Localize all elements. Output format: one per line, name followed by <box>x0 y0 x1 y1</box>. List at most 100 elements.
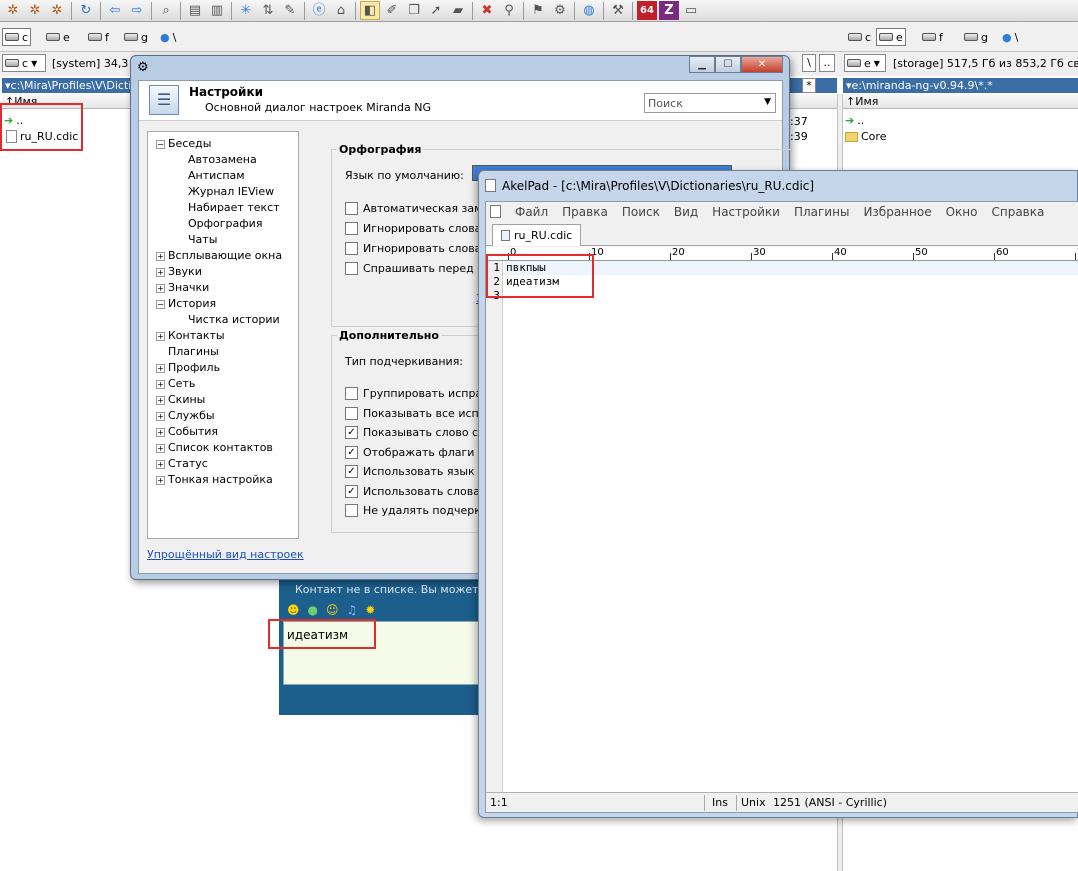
menu-favorites[interactable]: Избранное <box>856 205 938 219</box>
tree-item[interactable]: Орфография <box>148 216 298 232</box>
right-file-row-core[interactable]: Core <box>845 129 886 144</box>
option-checkbox[interactable]: ✓ Использовать язык вво <box>345 465 498 478</box>
gear-icon[interactable]: ✲ <box>25 1 45 20</box>
tree-item[interactable]: + Тонкая настройка <box>148 472 298 488</box>
menu-view[interactable]: Вид <box>667 205 705 219</box>
left-network-button[interactable]: ● \ <box>158 28 178 46</box>
newfolder-icon[interactable]: ▰ <box>448 1 468 20</box>
user-icon[interactable]: ● <box>308 603 318 617</box>
unknown-icon[interactable]: ▭ <box>681 1 701 20</box>
tab-ru-ru-cdic[interactable]: ru_RU.cdic <box>492 224 582 246</box>
ie-icon[interactable]: ⓔ <box>309 1 329 20</box>
right-column-name[interactable]: ↑Имя <box>843 94 1078 109</box>
expand-icon[interactable]: + <box>156 283 165 293</box>
gear-icon[interactable]: ✲ <box>47 1 67 20</box>
right-file-row-up[interactable]: ➔.. <box>845 113 864 128</box>
right-drive-g-button[interactable]: g <box>962 28 990 46</box>
magnify-icon[interactable]: ⌕ <box>156 1 176 20</box>
left-root-button[interactable]: \ <box>802 54 816 72</box>
tree-item[interactable]: + Сеть <box>148 376 298 392</box>
view-icon[interactable]: ◧ <box>360 1 380 20</box>
tool-icon[interactable]: ⚒ <box>608 1 628 20</box>
expand-icon[interactable]: + <box>156 443 165 453</box>
minimize-button[interactable]: ▁ <box>689 56 715 73</box>
menu-plugins[interactable]: Плагины <box>787 205 856 219</box>
pack-icon[interactable]: ▤ <box>185 1 205 20</box>
maximize-button[interactable]: ☐ <box>715 56 741 73</box>
tree-item[interactable]: Антиспам <box>148 168 298 184</box>
unpack-icon[interactable]: ▥ <box>207 1 227 20</box>
text-editor[interactable]: 123 пвкпыы идеатизм <box>486 261 1078 794</box>
sort-icon[interactable]: ⇅ <box>258 1 278 20</box>
menu-settings[interactable]: Настройки <box>705 205 787 219</box>
expand-icon[interactable]: + <box>156 459 165 469</box>
tree-item[interactable]: Чаты <box>148 232 298 248</box>
left-up-button[interactable]: .. <box>819 54 835 72</box>
music-icon[interactable]: ♫ <box>347 603 358 617</box>
expand-icon[interactable]: + <box>156 395 165 405</box>
refresh-icon[interactable]: ↻ <box>76 1 96 20</box>
tree-item[interactable]: Набирает текст <box>148 200 298 216</box>
expand-icon[interactable]: + <box>156 411 165 421</box>
forward-icon[interactable]: ⇨ <box>127 1 147 20</box>
collapse-icon[interactable]: − <box>156 299 165 309</box>
bulb-icon[interactable]: ✹ <box>365 603 375 617</box>
expand-icon[interactable]: + <box>156 267 165 277</box>
globe-icon[interactable]: ◍ <box>579 1 599 20</box>
copy-icon[interactable]: ❐ <box>404 1 424 20</box>
simple-view-link[interactable]: Упрощённый вид настроек <box>147 548 304 561</box>
tree-item[interactable]: Чистка истории <box>148 312 298 328</box>
notepad-icon[interactable]: ✎ <box>280 1 300 20</box>
search-combo[interactable]: Поиск ▼ <box>644 93 776 113</box>
right-drive-f-button[interactable]: f <box>920 28 945 46</box>
tree-item[interactable]: − История <box>148 296 298 312</box>
menu-help[interactable]: Справка <box>984 205 1051 219</box>
edit-icon[interactable]: ✐ <box>382 1 402 20</box>
collapse-icon[interactable]: − <box>156 139 165 149</box>
left-drive-c-button[interactable]: c <box>2 28 32 46</box>
z-icon[interactable]: Z <box>659 1 679 20</box>
tree-item[interactable]: + Список контактов <box>148 440 298 456</box>
find-icon[interactable]: ⚲ <box>499 1 519 20</box>
expand-icon[interactable]: + <box>156 379 165 389</box>
expand-icon[interactable]: + <box>156 363 165 373</box>
expand-icon[interactable]: + <box>156 251 165 261</box>
fileassoc-icon[interactable]: ⚑ <box>528 1 548 20</box>
options-tree[interactable]: − Беседы Автозамена Антиспам Журнал IEView На… <box>147 131 299 539</box>
tree-item[interactable]: + События <box>148 424 298 440</box>
option-checkbox[interactable]: Показывать все исправ <box>345 406 499 420</box>
expand-icon[interactable]: + <box>156 427 165 437</box>
tree-item[interactable]: + Всплывающие окна <box>148 248 298 264</box>
tree-item[interactable]: + Профиль <box>148 360 298 376</box>
back-icon[interactable]: ⇦ <box>105 1 125 20</box>
menu-edit[interactable]: Правка <box>555 205 615 219</box>
tree-item[interactable]: Автозамена <box>148 152 298 168</box>
left-drive-e-button[interactable]: e <box>44 28 72 46</box>
tree-item[interactable]: − Беседы <box>148 136 298 152</box>
right-drive-e-button[interactable]: e <box>876 28 906 46</box>
sort-star-button[interactable]: * <box>802 78 816 93</box>
move-icon[interactable]: ➚ <box>426 1 446 20</box>
x64-icon[interactable]: 64 <box>637 1 657 20</box>
close-button[interactable]: ✕ <box>741 56 783 73</box>
tree-item[interactable]: + Службы <box>148 408 298 424</box>
menu-file[interactable]: Файл <box>508 205 555 219</box>
smiley-icon[interactable]: ☻ <box>287 603 300 617</box>
menu-search[interactable]: Поиск <box>615 205 667 219</box>
tree-item[interactable]: Журнал IEView <box>148 184 298 200</box>
right-path-bar[interactable]: ▾e:\miranda-ng-v0.94.9\*.* <box>843 78 1078 93</box>
network-icon[interactable]: ⌂ <box>331 1 351 20</box>
tree-item[interactable]: + Статус <box>148 456 298 472</box>
settings-icon[interactable]: ⚙ <box>550 1 570 20</box>
sync-icon[interactable]: ✳ <box>236 1 256 20</box>
left-drive-g-button[interactable]: g <box>122 28 150 46</box>
tree-item[interactable]: + Контакты <box>148 328 298 344</box>
expand-icon[interactable]: + <box>156 475 165 485</box>
tree-item[interactable]: + Значки <box>148 280 298 296</box>
tree-item[interactable]: + Скины <box>148 392 298 408</box>
tree-item[interactable]: Плагины <box>148 344 298 360</box>
menu-window[interactable]: Окно <box>939 205 985 219</box>
option-checkbox[interactable]: ✓ Отображать флаги <box>345 445 474 459</box>
right-drive-c-button[interactable]: c <box>846 28 873 46</box>
expand-icon[interactable]: + <box>156 331 165 341</box>
